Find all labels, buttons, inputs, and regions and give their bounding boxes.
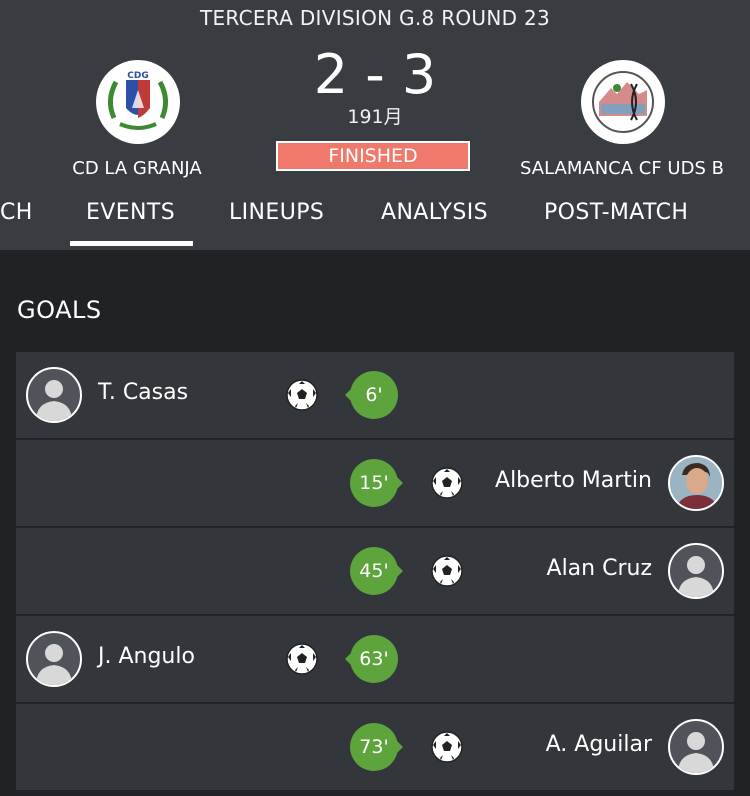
soccer-ball-icon [431, 467, 463, 499]
tab-lineups[interactable]: LINEUPS [229, 200, 324, 225]
competition-title: TERCERA DIVISION G.8 ROUND 23 [199, 6, 551, 30]
goal-scorer-name[interactable]: J. Angulo [98, 644, 195, 669]
soccer-ball-icon [286, 379, 318, 411]
tab-post-match[interactable]: POST-MATCH [544, 200, 688, 225]
away-team-name[interactable]: SALAMANCA CF UDS B [492, 158, 750, 179]
player-avatar[interactable] [668, 719, 724, 775]
goal-scorer-name[interactable]: A. Aguilar [546, 732, 652, 757]
goal-minute-badge: 6' [345, 371, 398, 419]
player-avatar[interactable] [26, 631, 82, 687]
player-avatar[interactable] [26, 367, 82, 423]
away-team-crest[interactable] [581, 60, 665, 144]
soccer-ball-icon [286, 643, 318, 675]
goals-section-title: GOALS [17, 296, 102, 324]
player-avatar[interactable] [668, 543, 724, 599]
goal-minute-badge: 45' [350, 547, 403, 595]
tab-events[interactable]: EVENTS [86, 200, 175, 225]
default-player-avatar-icon [36, 380, 72, 421]
tab-match[interactable]: CH [0, 200, 33, 225]
goal-row[interactable]: T. Casas 6' [16, 352, 734, 438]
goal-scorer-name[interactable]: Alberto Martin [495, 468, 652, 493]
salamanca-crest-icon [592, 71, 654, 133]
active-tab-indicator [70, 241, 193, 246]
default-player-avatar-icon [678, 732, 714, 773]
goal-row[interactable]: 45' Alan Cruz [16, 528, 734, 614]
goal-minute-badge: 73' [350, 723, 403, 771]
goal-scorer-name[interactable]: T. Casas [98, 380, 188, 405]
player-photo-icon [670, 457, 722, 509]
player-photo-avatar[interactable] [668, 455, 724, 511]
default-player-avatar-icon [36, 644, 72, 685]
tab-analysis[interactable]: ANALYSIS [381, 200, 488, 225]
goal-row[interactable]: 15' Alberto Martin [16, 440, 734, 526]
match-header: TERCERA DIVISION G.8 ROUND 23 CDG CD LA … [0, 0, 750, 250]
soccer-ball-icon [431, 731, 463, 763]
goal-scorer-name[interactable]: Alan Cruz [547, 556, 652, 581]
match-status-badge: FINISHED [276, 141, 470, 171]
goal-minute-badge: 63' [345, 635, 398, 683]
default-player-avatar-icon [678, 556, 714, 597]
home-team-name[interactable]: CD LA GRANJA [7, 158, 267, 179]
goal-minute-badge: 15' [350, 459, 403, 507]
goal-row[interactable]: 73' A. Aguilar [16, 704, 734, 790]
soccer-ball-icon [431, 555, 463, 587]
goal-row[interactable]: J. Angulo 63' [16, 616, 734, 702]
